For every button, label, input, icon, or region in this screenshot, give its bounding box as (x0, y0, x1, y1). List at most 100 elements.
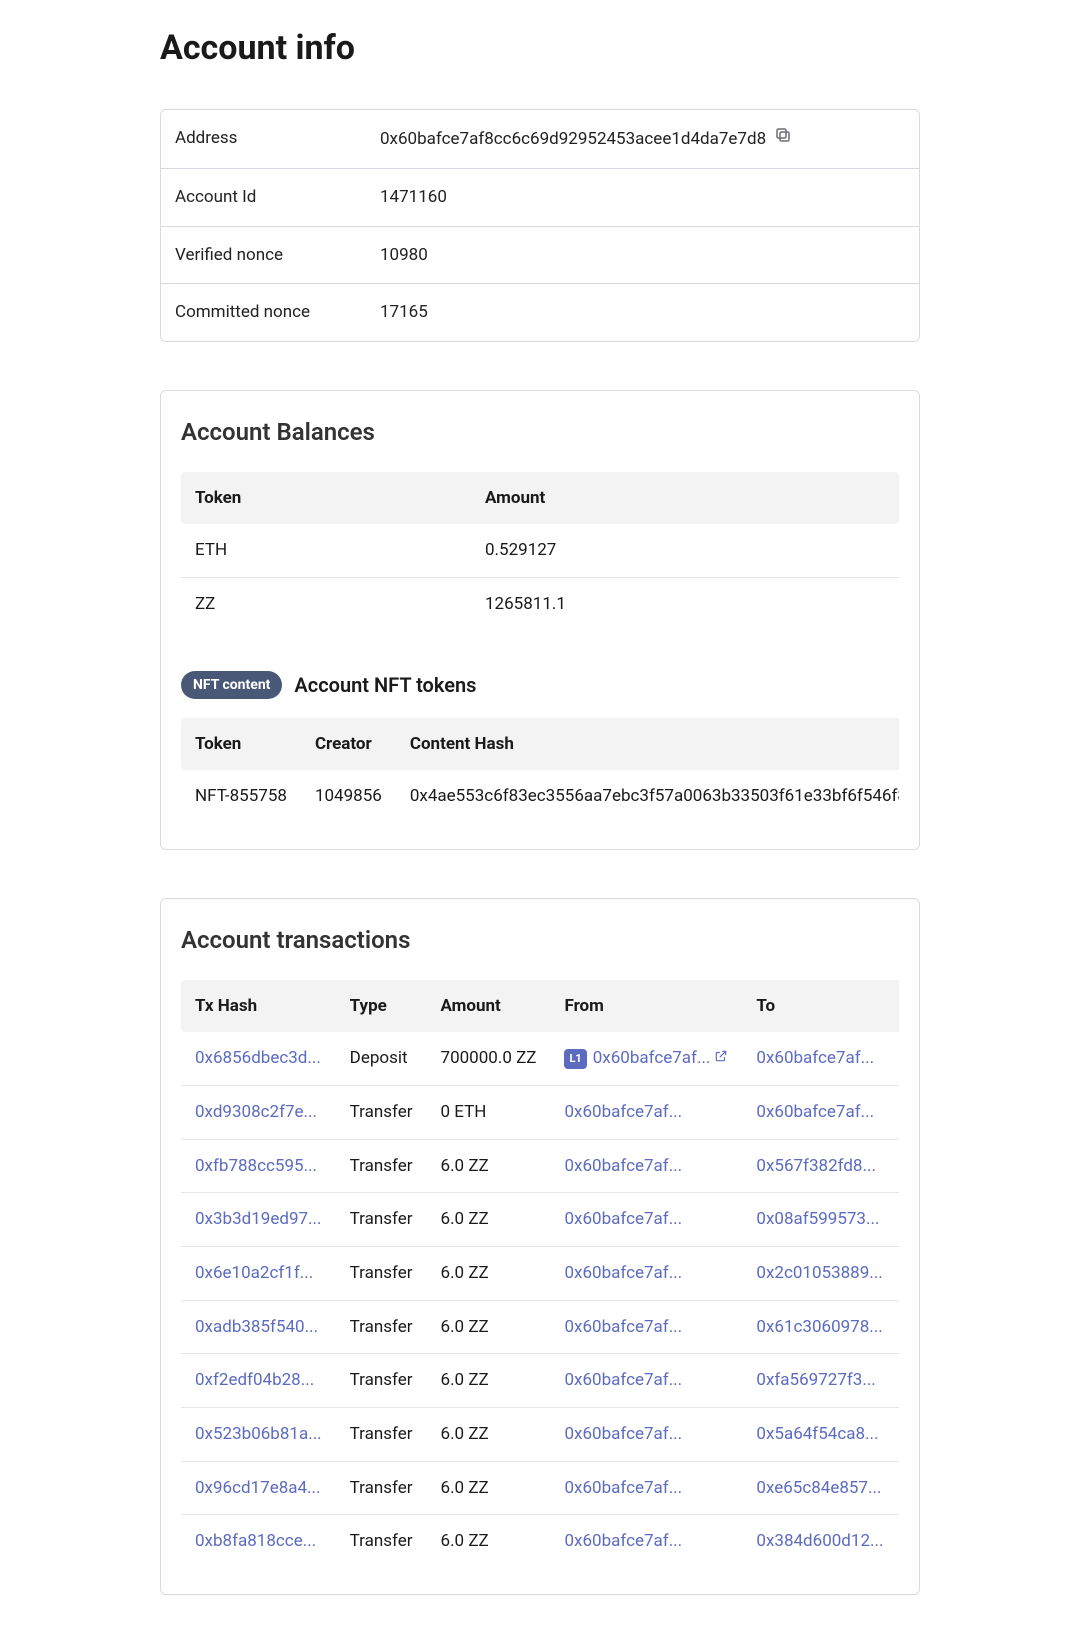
tx-hash-link[interactable]: 0xb8fa818cce... (195, 1531, 316, 1551)
tx-to-link[interactable]: 0x2c01053889... (756, 1263, 882, 1283)
tx-row: 0x6e10a2cf1f...Transfer6.0 ZZ0x60bafce7a… (181, 1247, 899, 1301)
tx-type: Transfer (336, 1139, 427, 1193)
tx-amount: 6.0 ZZ (427, 1407, 551, 1461)
tx-to-link[interactable]: 0x08af599573... (756, 1209, 879, 1229)
tx-created: 35 minutes ago (897, 1247, 899, 1301)
tx-head-to: To (742, 980, 897, 1033)
l1-chip: L1 (564, 1049, 586, 1069)
tx-hash-link[interactable]: 0xd9308c2f7e... (195, 1102, 317, 1122)
tx-created: 35 minutes ago (897, 1515, 899, 1568)
account-info-table: Address 0x60bafce7af8cc6c69d92952453acee… (160, 109, 920, 342)
balance-token: ZZ (195, 592, 485, 617)
tx-to-link[interactable]: 0x567f382fd8... (756, 1156, 876, 1176)
balances-panel: Account Balances Token Amount ETH0.52912… (160, 390, 920, 850)
nft-row: NFT-85575810498560x4ae553c6f83ec3556aa7e… (181, 770, 899, 823)
tx-amount: 6.0 ZZ (427, 1515, 551, 1568)
tx-created: 35 minutes ago (897, 1086, 899, 1140)
tx-from-link[interactable]: 0x60bafce7af... (564, 1478, 682, 1498)
transactions-table-scroll[interactable]: Tx Hash Type Amount From To Created 0x68… (181, 980, 899, 1568)
tx-amount: 700000.0 ZZ (427, 1032, 551, 1085)
tx-type: Deposit (336, 1032, 427, 1085)
copy-icon[interactable] (774, 126, 792, 152)
tx-row: 0x3b3d19ed97...Transfer6.0 ZZ0x60bafce7a… (181, 1193, 899, 1247)
tx-from-link[interactable]: 0x60bafce7af... (564, 1531, 682, 1551)
nft-table: Token Creator Content Hash NFT-855758104… (181, 718, 899, 823)
tx-row: 0x523b06b81a... Transfer6.0 ZZ 0x60bafce7a… (181, 1407, 899, 1461)
tx-type: Transfer (336, 1407, 427, 1461)
tx-from-link[interactable]: 0x60bafce7af... (593, 1048, 711, 1068)
tx-amount: 6.0 ZZ (427, 1300, 551, 1354)
tx-head-type: Type (336, 980, 427, 1033)
nft-hash: 0x4ae553c6f83ec3556aa7ebc3f57a0063b33503… (396, 770, 899, 823)
page-title: Account info (160, 24, 920, 73)
label-account-id: Account Id (161, 169, 366, 226)
tx-row: 0x6856dbec3d... Deposit700000.0 ZZ L1 0x60b… (181, 1032, 899, 1085)
balances-head-token: Token (195, 486, 485, 511)
tx-from-link[interactable]: 0x60bafce7af... (564, 1156, 682, 1176)
tx-created: 35 minutes ago (897, 1407, 899, 1461)
tx-created: 35 minutes ago (897, 1461, 899, 1515)
external-link-icon (714, 1048, 728, 1068)
tx-hash-link[interactable]: 0x6e10a2cf1f... (195, 1263, 313, 1283)
tx-row: 0xfb788cc595...Transfer6.0 ZZ0x60bafce7a… (181, 1139, 899, 1193)
tx-to-link[interactable]: 0x384d600d12... (756, 1531, 883, 1551)
tx-created: 35 minutes ago (897, 1193, 899, 1247)
transactions-panel: Account transactions Tx Hash Type Amount… (160, 898, 920, 1595)
tx-to-link[interactable]: 0xe65c84e857... (756, 1478, 881, 1498)
tx-type: Transfer (336, 1354, 427, 1408)
value-account-id: 1471160 (366, 169, 919, 226)
tx-head-amount: Amount (427, 980, 551, 1033)
tx-hash-link[interactable]: 0x6856dbec3d... (195, 1048, 321, 1068)
tx-type: Transfer (336, 1515, 427, 1568)
tx-created: 35 minutes ago (897, 1139, 899, 1193)
tx-head-created: Created (897, 980, 899, 1033)
nft-head-creator: Creator (301, 718, 396, 771)
balances-row: ETH0.529127 (181, 524, 899, 578)
tx-from-link[interactable]: 0x60bafce7af... (564, 1370, 682, 1390)
tx-to-link[interactable]: 0x60bafce7af... (756, 1048, 874, 1068)
tx-from-link[interactable]: 0x60bafce7af... (564, 1209, 682, 1229)
value-address: 0x60bafce7af8cc6c69d92952453acee1d4da7e7… (380, 127, 766, 152)
tx-amount: 6.0 ZZ (427, 1461, 551, 1515)
tx-head-from: From (550, 980, 742, 1033)
nft-title: Account NFT tokens (294, 671, 476, 700)
tx-type: Transfer (336, 1247, 427, 1301)
nft-token: NFT-855758 (181, 770, 301, 823)
tx-to-link[interactable]: 0x60bafce7af... (756, 1102, 874, 1122)
balance-amount: 1265811.1 (485, 592, 885, 617)
balance-token: ETH (195, 538, 485, 563)
tx-created: 5 minutes ago (897, 1032, 899, 1085)
tx-to-link[interactable]: 0x61c3060978... (756, 1317, 882, 1337)
nft-table-scroll[interactable]: Token Creator Content Hash NFT-855758104… (181, 718, 899, 823)
transactions-table: Tx Hash Type Amount From To Created 0x68… (181, 980, 899, 1568)
tx-row: 0xb8fa818cce... Transfer6.0 ZZ 0x60bafce7a… (181, 1515, 899, 1568)
tx-hash-link[interactable]: 0xadb385f540... (195, 1317, 318, 1337)
label-verified-nonce: Verified nonce (161, 227, 366, 284)
tx-hash-link[interactable]: 0x3b3d19ed97... (195, 1209, 322, 1229)
value-committed-nonce: 17165 (366, 284, 919, 341)
tx-head-hash: Tx Hash (181, 980, 336, 1033)
label-committed-nonce: Committed nonce (161, 284, 366, 341)
tx-amount: 6.0 ZZ (427, 1354, 551, 1408)
tx-from-link[interactable]: 0x60bafce7af... (564, 1102, 682, 1122)
tx-amount: 6.0 ZZ (427, 1193, 551, 1247)
tx-hash-link[interactable]: 0xf2edf04b28... (195, 1370, 314, 1390)
transactions-title: Account transactions (181, 923, 899, 958)
tx-from-link[interactable]: 0x60bafce7af... (564, 1317, 682, 1337)
balance-amount: 0.529127 (485, 538, 885, 563)
balances-head-amount: Amount (485, 486, 885, 511)
tx-to-link[interactable]: 0x5a64f54ca8... (756, 1424, 878, 1444)
tx-hash-link[interactable]: 0x96cd17e8a4... (195, 1478, 321, 1498)
label-address: Address (161, 110, 366, 168)
tx-created: 35 minutes ago (897, 1354, 899, 1408)
tx-to-link[interactable]: 0xfa569727f3... (756, 1370, 875, 1390)
tx-row: 0xadb385f540...Transfer6.0 ZZ0x60bafce7a… (181, 1300, 899, 1354)
tx-from-link[interactable]: 0x60bafce7af... (564, 1263, 682, 1283)
balances-title: Account Balances (181, 415, 899, 450)
tx-hash-link[interactable]: 0xfb788cc595... (195, 1156, 317, 1176)
balances-row: ZZ1265811.1 (181, 578, 899, 631)
tx-from-link[interactable]: 0x60bafce7af... (564, 1424, 682, 1444)
nft-creator: 1049856 (301, 770, 396, 823)
tx-hash-link[interactable]: 0x523b06b81a... (195, 1424, 322, 1444)
value-verified-nonce: 10980 (366, 227, 919, 284)
